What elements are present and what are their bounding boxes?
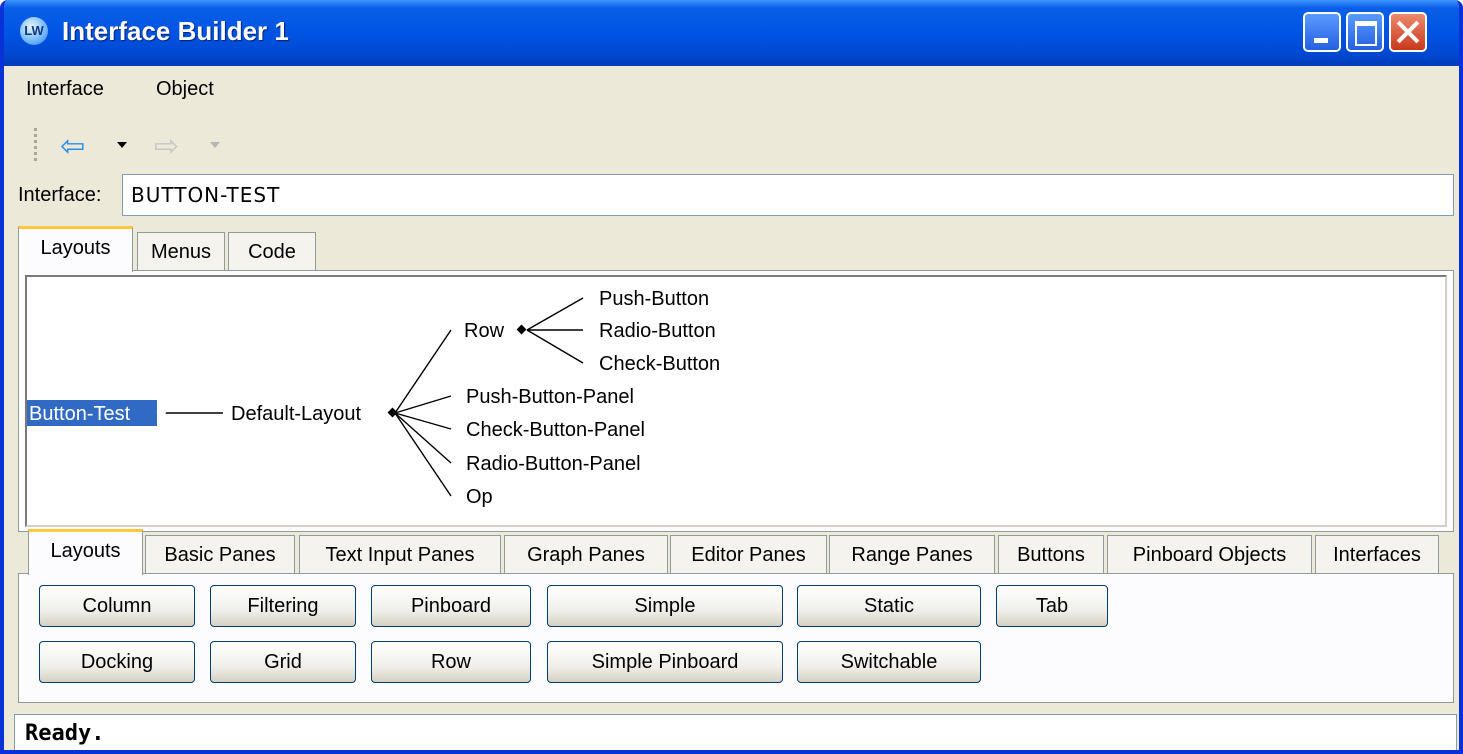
node-radio-button[interactable]: Radio-Button bbox=[599, 320, 716, 342]
node-radio-button-panel[interactable]: Radio-Button-Panel bbox=[466, 453, 641, 475]
tab-menus[interactable]: Menus bbox=[137, 232, 225, 270]
row-button[interactable]: Row bbox=[371, 641, 531, 683]
edge-layout-op bbox=[394, 412, 452, 497]
tab-button[interactable]: Tab bbox=[996, 585, 1108, 627]
toolbar-grip-icon[interactable] bbox=[34, 128, 37, 162]
edge-layout-push-panel bbox=[394, 395, 452, 414]
back-dropdown-icon[interactable] bbox=[117, 142, 127, 148]
back-arrow-icon[interactable]: ⇦ bbox=[60, 132, 85, 162]
edge-row-check bbox=[526, 329, 584, 364]
pinboard-button[interactable]: Pinboard bbox=[371, 585, 531, 627]
menu-interface[interactable]: Interface bbox=[26, 78, 104, 101]
palette-tab-pinboard-objects[interactable]: Pinboard Objects bbox=[1107, 535, 1312, 573]
maximize-button[interactable] bbox=[1346, 12, 1384, 52]
status-bar: Ready. bbox=[4, 712, 1459, 750]
palette-tab-text-input-panes[interactable]: Text Input Panes bbox=[299, 535, 501, 573]
interface-label: Interface: bbox=[18, 184, 102, 206]
node-push-button-panel[interactable]: Push-Button-Panel bbox=[466, 386, 634, 408]
status-text: Ready. bbox=[14, 714, 1457, 750]
forward-dropdown-icon[interactable] bbox=[210, 142, 220, 148]
menu-object[interactable]: Object bbox=[156, 78, 214, 101]
layout-graph[interactable]: Button-Test Default-Layout Row Push-Butt… bbox=[25, 275, 1447, 527]
grid-button[interactable]: Grid bbox=[210, 641, 356, 683]
edge-row-push bbox=[526, 297, 584, 331]
palette-tab-interfaces[interactable]: Interfaces bbox=[1315, 535, 1439, 573]
switchable-button[interactable]: Switchable bbox=[797, 641, 981, 683]
tab-layouts[interactable]: Layouts bbox=[18, 226, 133, 272]
column-button[interactable]: Column bbox=[39, 585, 195, 627]
layouts-panel: Button-Test Default-Layout Row Push-Butt… bbox=[18, 270, 1454, 532]
tab-code[interactable]: Code bbox=[228, 232, 316, 270]
palette-tab-editor-panes[interactable]: Editor Panes bbox=[670, 535, 827, 573]
node-root-diamond-icon bbox=[156, 407, 167, 418]
node-button-test[interactable]: Button-Test bbox=[29, 403, 131, 425]
filtering-button[interactable]: Filtering bbox=[210, 585, 356, 627]
menu-bar: Interface Object bbox=[4, 66, 1459, 118]
node-row[interactable]: Row bbox=[464, 320, 505, 342]
palette-tab-layouts[interactable]: Layouts bbox=[28, 529, 143, 575]
app-window: LW Interface Builder 1 Interface Object … bbox=[0, 0, 1463, 754]
minimize-button[interactable] bbox=[1303, 12, 1341, 52]
palette-tab-range-panes[interactable]: Range Panes bbox=[829, 535, 995, 573]
node-layout-diamond-icon bbox=[387, 407, 398, 418]
layout-graph-svg: Button-Test Default-Layout Row Push-Butt… bbox=[27, 288, 720, 508]
title-bar[interactable]: LW Interface Builder 1 bbox=[4, 0, 1459, 66]
palette-panel: Column Filtering Pinboard Simple Static … bbox=[18, 573, 1454, 703]
node-op[interactable]: Op bbox=[466, 486, 493, 508]
simple-button[interactable]: Simple bbox=[547, 585, 783, 627]
static-button[interactable]: Static bbox=[797, 585, 981, 627]
node-row-diamond-icon bbox=[516, 324, 527, 335]
forward-arrow-icon[interactable]: ⇨ bbox=[154, 132, 179, 162]
window-title: Interface Builder 1 bbox=[62, 16, 289, 46]
node-check-button[interactable]: Check-Button bbox=[599, 353, 720, 375]
close-button[interactable] bbox=[1389, 12, 1427, 52]
simple-pinboard-button[interactable]: Simple Pinboard bbox=[547, 641, 783, 683]
docking-button[interactable]: Docking bbox=[39, 641, 195, 683]
toolbar: ⇦ ⇨ bbox=[4, 120, 1459, 170]
node-push-button[interactable]: Push-Button bbox=[599, 288, 709, 310]
edge-layout-row bbox=[394, 329, 452, 414]
app-icon: LW bbox=[20, 17, 48, 45]
palette-tab-graph-panes[interactable]: Graph Panes bbox=[504, 535, 668, 573]
palette-tab-buttons[interactable]: Buttons bbox=[998, 535, 1104, 573]
node-check-button-panel[interactable]: Check-Button-Panel bbox=[466, 419, 645, 441]
palette-tab-basic-panes[interactable]: Basic Panes bbox=[145, 535, 295, 573]
node-default-layout[interactable]: Default-Layout bbox=[231, 403, 362, 425]
interface-field[interactable]: BUTTON-TEST bbox=[122, 174, 1454, 216]
